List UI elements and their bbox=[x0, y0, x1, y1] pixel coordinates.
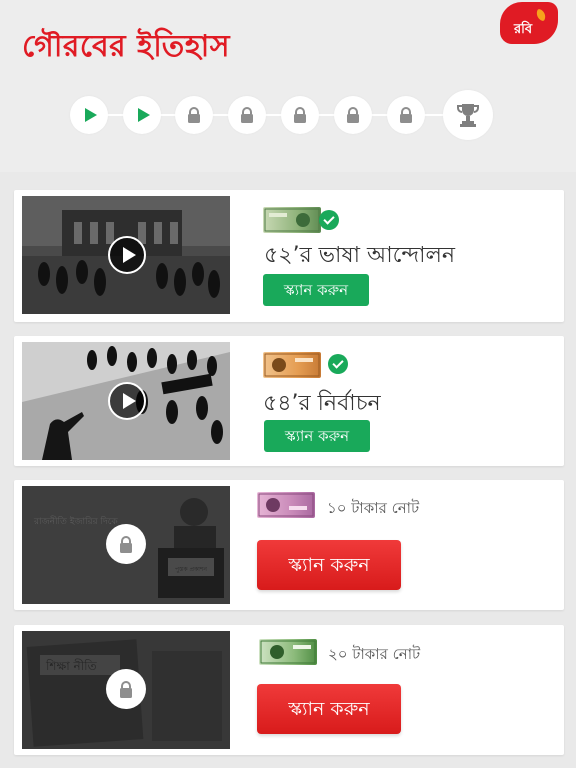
lock-icon bbox=[241, 107, 253, 123]
banknote-label: ২০ টাকার নোট bbox=[328, 645, 421, 663]
scan-button[interactable]: স্ক্যান করুন bbox=[263, 274, 369, 306]
robi-logo: রবি bbox=[500, 2, 558, 44]
episode-card-3: রাজনীতি ইজারির দিকে পুস্তক প্রকাশন ১০ টা… bbox=[14, 480, 564, 610]
logo-spark-icon bbox=[534, 8, 548, 22]
banknote-image bbox=[259, 639, 317, 665]
lock-icon bbox=[188, 107, 200, 123]
thumbnail-caption: শিক্ষা নীতি bbox=[45, 659, 98, 673]
banknote-image bbox=[263, 352, 321, 378]
check-icon bbox=[319, 210, 339, 230]
progress-step-2[interactable] bbox=[123, 96, 161, 134]
progress-step-1[interactable] bbox=[70, 96, 108, 134]
progress-step-6 bbox=[334, 96, 372, 134]
video-thumbnail[interactable] bbox=[22, 342, 230, 460]
banknote-image bbox=[257, 492, 315, 518]
banknote-image bbox=[263, 207, 321, 233]
lock-icon bbox=[400, 107, 412, 123]
episode-card-4: শিক্ষা নীতি ২০ টাকার নোট স্ক্যান করুন bbox=[14, 625, 564, 755]
play-video-button[interactable] bbox=[108, 382, 146, 420]
video-thumbnail[interactable] bbox=[22, 196, 230, 314]
app-title: গৌরবের ইতিহাস bbox=[22, 29, 231, 64]
thumbnail-caption: রাজনীতি ইজারির দিকে bbox=[33, 515, 118, 527]
episode-title: ৫৪’র নির্বাচন bbox=[263, 391, 381, 416]
play-icon bbox=[122, 247, 136, 263]
lock-icon bbox=[294, 107, 306, 123]
scan-button[interactable]: স্ক্যান করুন bbox=[257, 684, 401, 734]
episode-card-2: ৫৪’র নির্বাচন স্ক্যান করুন bbox=[14, 336, 564, 466]
play-icon bbox=[84, 108, 97, 122]
banknote-label: ১০ টাকার নোট bbox=[327, 499, 420, 517]
check-icon bbox=[328, 354, 348, 374]
progress-step-5 bbox=[281, 96, 319, 134]
episode-card-1: ৫২’র ভাষা আন্দোলন স্ক্যান করুন bbox=[14, 190, 564, 322]
play-icon bbox=[137, 108, 150, 122]
play-video-button[interactable] bbox=[108, 236, 146, 274]
video-thumbnail-locked: শিক্ষা নীতি bbox=[22, 631, 230, 749]
progress-step-7 bbox=[387, 96, 425, 134]
episode-title: ৫২’র ভাষা আন্দোলন bbox=[264, 243, 456, 268]
locked-badge bbox=[106, 524, 146, 564]
scan-button[interactable]: স্ক্যান করুন bbox=[257, 540, 401, 590]
progress-step-4 bbox=[228, 96, 266, 134]
trophy-icon bbox=[457, 104, 479, 127]
scan-button[interactable]: স্ক্যান করুন bbox=[264, 420, 370, 452]
thumbnail-sign: পুস্তক প্রকাশন bbox=[175, 566, 207, 573]
locked-badge bbox=[106, 669, 146, 709]
lock-icon bbox=[347, 107, 359, 123]
video-thumbnail-locked: রাজনীতি ইজারির দিকে পুস্তক প্রকাশন bbox=[22, 486, 230, 604]
progress-step-3 bbox=[175, 96, 213, 134]
lock-icon bbox=[120, 536, 132, 553]
progress-goal bbox=[443, 90, 493, 140]
logo-text: রবি bbox=[514, 22, 533, 37]
play-icon bbox=[122, 393, 136, 409]
header: গৌরবের ইতিহাস রবি bbox=[0, 0, 576, 172]
lock-icon bbox=[120, 681, 132, 698]
